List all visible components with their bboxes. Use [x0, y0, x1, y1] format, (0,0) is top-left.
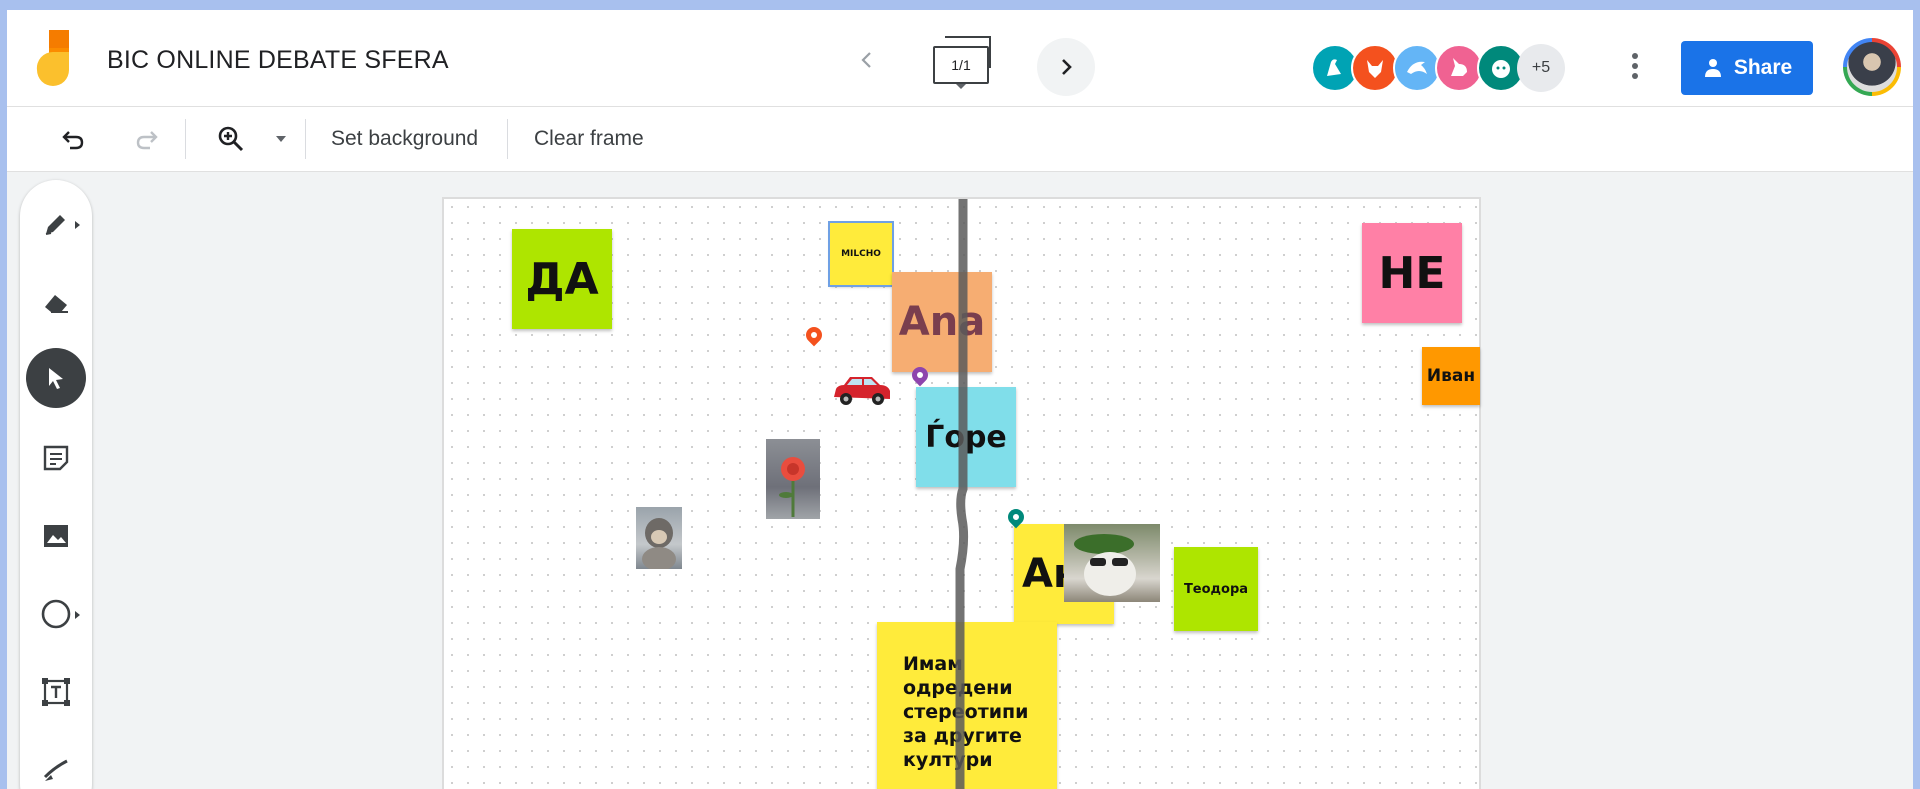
whiteboard-canvas[interactable]: ДА НЕ MILCHO Ana Иван Ѓоре Ан Теодора Им… — [442, 197, 1481, 789]
chevron-left-icon — [861, 52, 871, 68]
image-tool[interactable] — [26, 506, 86, 566]
laser-pointer-icon — [43, 759, 68, 781]
previous-frame-button[interactable] — [845, 38, 889, 82]
pen-icon — [45, 215, 65, 235]
caret-down-icon — [276, 136, 286, 142]
pen-tool[interactable] — [26, 194, 86, 254]
frame-counter-label: 1/1 — [933, 46, 989, 84]
undo-button[interactable] — [51, 117, 95, 161]
eraser-icon — [45, 295, 68, 313]
hand-drawn-divider-line[interactable] — [954, 199, 974, 789]
sticky-note-tool[interactable] — [26, 428, 86, 488]
jamboard-logo-icon[interactable] — [35, 30, 83, 88]
red-car-icon[interactable] — [830, 373, 894, 407]
circle-icon — [41, 599, 71, 629]
zoom-dropdown[interactable] — [269, 117, 293, 161]
redo-icon — [136, 131, 158, 150]
sticky-note-milcho[interactable]: MILCHO — [828, 221, 894, 287]
toolbar-divider — [305, 119, 306, 159]
rose-photo-image[interactable] — [766, 439, 820, 519]
toolbar-divider — [185, 119, 186, 159]
share-button-label: Share — [1733, 56, 1793, 79]
zoom-in-icon — [218, 126, 244, 152]
more-collaborators-badge[interactable]: +5 — [1517, 44, 1565, 92]
text-box-tool[interactable] — [26, 662, 86, 722]
editing-toolbar: Set background Clear frame — [7, 107, 1913, 172]
unicorn-icon[interactable] — [1435, 44, 1483, 92]
sticky-note-ivan[interactable]: Иван — [1422, 347, 1480, 405]
sticky-note-ne[interactable]: НЕ — [1362, 223, 1462, 323]
undo-icon — [62, 131, 84, 150]
document-title[interactable]: BIC ONLINE DEBATE SFERA — [107, 46, 449, 75]
eraser-tool[interactable] — [26, 272, 86, 332]
collaborator-cursor-pin-icon — [802, 323, 826, 347]
sticky-note-ana[interactable]: Ana — [892, 272, 992, 372]
sticky-note-icon — [43, 445, 69, 471]
cat-photo-image[interactable] — [1064, 524, 1160, 602]
tool-rail — [20, 180, 92, 789]
fox-icon[interactable] — [1351, 44, 1399, 92]
toolbar-divider — [507, 119, 508, 159]
account-avatar[interactable] — [1843, 38, 1901, 96]
sticky-note-da[interactable]: ДА — [512, 229, 612, 329]
select-tool[interactable] — [26, 348, 86, 408]
caret-down-icon — [956, 84, 966, 89]
rose-icon — [779, 457, 805, 517]
frame-bar-toggle[interactable]: 1/1 — [927, 34, 991, 90]
next-frame-button[interactable] — [1037, 38, 1095, 96]
dolphin-icon[interactable] — [1393, 44, 1441, 92]
clear-frame-button[interactable]: Clear frame — [534, 121, 644, 157]
more-options-icon[interactable] — [1621, 46, 1649, 86]
chevron-right-icon — [1062, 59, 1072, 75]
sticky-note-teodora[interactable]: Теодора — [1174, 547, 1258, 631]
share-person-icon — [1704, 59, 1721, 77]
monkey-icon — [642, 518, 676, 571]
share-button[interactable]: Share — [1681, 41, 1813, 95]
redo-button[interactable] — [125, 117, 169, 161]
laser-tool[interactable] — [26, 740, 86, 789]
cursor-arrow-icon — [49, 368, 63, 389]
cat-sunglasses-icon — [1074, 534, 1136, 596]
circle-tool[interactable] — [26, 584, 86, 644]
image-icon — [44, 525, 68, 547]
app-header: BIC ONLINE DEBATE SFERA 1/1 +5 Share — [7, 10, 1913, 107]
zoom-button[interactable] — [209, 117, 253, 161]
set-background-button[interactable]: Set background — [331, 121, 478, 157]
text-box-icon — [42, 678, 70, 706]
app-window: BIC ONLINE DEBATE SFERA 1/1 +5 Share Set… — [0, 0, 1920, 789]
monkey-photo-image[interactable] — [636, 507, 682, 571]
